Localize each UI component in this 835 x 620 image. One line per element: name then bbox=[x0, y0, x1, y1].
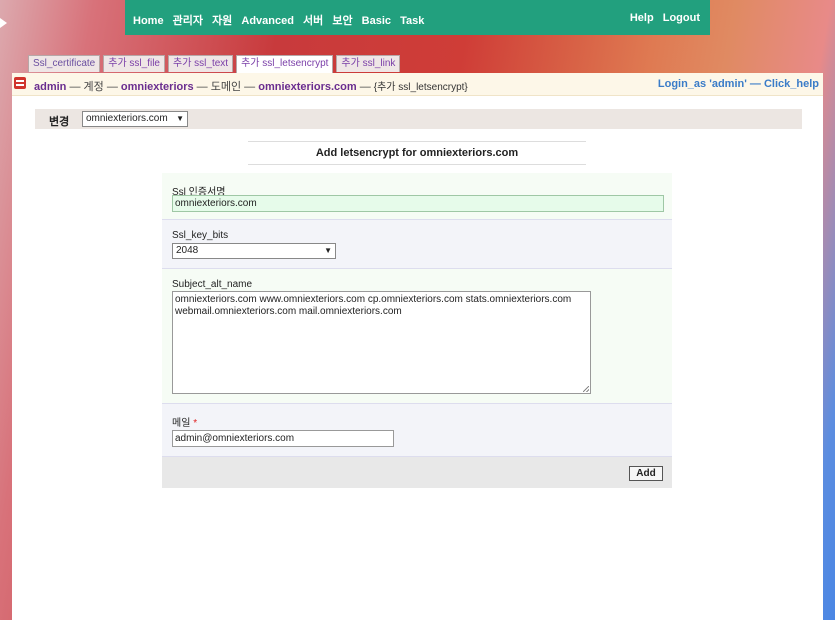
tab-add-ssl-link[interactable]: 추가 ssl_link bbox=[336, 55, 401, 72]
form-actions-row: Add bbox=[162, 457, 672, 488]
key-bits-row: Ssl_key_bits 2048 ▼ bbox=[162, 220, 672, 269]
email-label-wrap: 메일 * bbox=[172, 414, 197, 429]
chevron-down-icon: ▼ bbox=[324, 246, 332, 255]
chevron-down-icon: ▼ bbox=[176, 114, 184, 123]
change-label: 변경 bbox=[49, 116, 70, 128]
tab-add-ssl-text[interactable]: 추가 ssl_text bbox=[168, 55, 234, 72]
san-textarea[interactable]: omniexteriors.com www.omniexteriors.com … bbox=[172, 291, 591, 394]
nav-server[interactable]: 서버 bbox=[303, 15, 323, 27]
top-nav-left: Home 관리자 자원 Advanced 서버 보안 Basic Task bbox=[133, 12, 430, 28]
breadcrumb-separator: — bbox=[356, 81, 374, 93]
tab-ssl-certificate[interactable]: Ssl_certificate bbox=[28, 55, 101, 72]
breadcrumb-trail: admin — 계정 — omniexteriors — 도메인 — omnie… bbox=[34, 78, 468, 94]
san-value: omniexteriors.com www.omniexteriors.com … bbox=[175, 294, 572, 317]
breadcrumb-current: {추가 ssl_letsencrypt} bbox=[373, 82, 468, 93]
email-row: 메일 * admin@omniexteriors.com bbox=[162, 404, 672, 457]
breadcrumb-separator: — 계정 — bbox=[66, 81, 121, 93]
required-mark: * bbox=[193, 418, 198, 429]
nav-logout[interactable]: Logout bbox=[663, 12, 700, 24]
resize-grip-icon[interactable] bbox=[583, 386, 589, 392]
click-help-link[interactable]: Click_help bbox=[764, 78, 819, 90]
cert-name-input[interactable]: omniexteriors.com bbox=[172, 195, 664, 212]
breadcrumb-domain[interactable]: omniexteriors.com bbox=[258, 81, 356, 93]
tab-strip: Ssl_certificate 추가 ssl_file 추가 ssl_text … bbox=[28, 55, 403, 73]
nav-advanced[interactable]: Advanced bbox=[241, 15, 294, 27]
content-panel: admin — 계정 — omniexteriors — 도메인 — omnie… bbox=[12, 73, 823, 620]
nav-security[interactable]: 보안 bbox=[332, 15, 352, 27]
help-separator: — bbox=[746, 78, 764, 90]
cert-name-row: Ssl 인증서명 omniexteriors.com bbox=[162, 173, 672, 220]
add-button[interactable]: Add bbox=[629, 466, 663, 481]
key-bits-label: Ssl_key_bits bbox=[172, 230, 229, 241]
email-input[interactable]: admin@omniexteriors.com bbox=[172, 430, 394, 447]
breadcrumb: admin — 계정 — omniexteriors — 도메인 — omnie… bbox=[12, 73, 823, 96]
object-select[interactable]: omniexteriors.com ▼ bbox=[82, 111, 188, 127]
breadcrumb-separator: — 도메인 — bbox=[193, 81, 259, 93]
key-bits-value: 2048 bbox=[176, 245, 199, 256]
object-select-value: omniexteriors.com bbox=[86, 113, 168, 124]
nav-home[interactable]: Home bbox=[133, 15, 164, 27]
email-label: 메일 bbox=[172, 418, 191, 429]
san-label: Subject_alt_name bbox=[172, 279, 253, 290]
breadcrumb-admin[interactable]: admin bbox=[34, 81, 66, 93]
login-as-link[interactable]: Login_as 'admin' bbox=[658, 78, 747, 90]
tab-add-ssl-letsencrypt[interactable]: 추가 ssl_letsencrypt bbox=[236, 55, 334, 73]
san-row: Subject_alt_name omniexteriors.com www.o… bbox=[162, 269, 672, 404]
key-bits-select[interactable]: 2048 ▼ bbox=[172, 243, 336, 259]
nav-resources[interactable]: 자원 bbox=[212, 15, 232, 27]
tab-add-ssl-file[interactable]: 추가 ssl_file bbox=[103, 55, 165, 72]
top-navigation-bar: Home 관리자 자원 Advanced 서버 보안 Basic Task He… bbox=[125, 0, 710, 35]
nav-basic[interactable]: Basic bbox=[362, 15, 391, 27]
cursor-arrow-icon bbox=[0, 18, 7, 28]
form-title: Add letsencrypt for omniexteriors.com bbox=[248, 141, 586, 165]
help-links: Login_as 'admin' — Click_help bbox=[658, 78, 819, 90]
change-object-bar: 변경 omniexteriors.com ▼ bbox=[35, 109, 802, 129]
account-icon bbox=[14, 77, 26, 89]
breadcrumb-account[interactable]: omniexteriors bbox=[121, 81, 194, 93]
nav-admin[interactable]: 관리자 bbox=[173, 15, 203, 27]
top-nav-right: Help Logout bbox=[624, 12, 700, 24]
nav-task[interactable]: Task bbox=[400, 15, 424, 27]
nav-help[interactable]: Help bbox=[630, 12, 654, 24]
